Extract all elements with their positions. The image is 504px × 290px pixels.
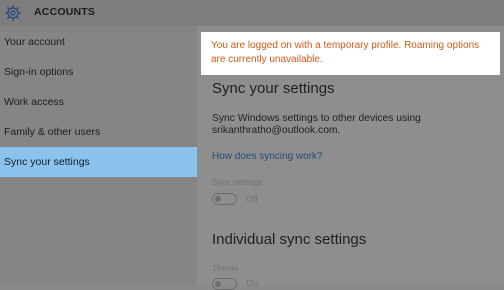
- theme-state: On: [246, 278, 259, 288]
- toggle-knob: [215, 281, 221, 287]
- sidebar-item-your-account[interactable]: Your account: [0, 27, 197, 57]
- individual-sync-settings-title: Individual sync settings: [212, 231, 367, 248]
- sync-settings-label: Sync settings: [212, 177, 263, 187]
- toggle-knob: [215, 196, 221, 202]
- temporary-profile-warning-banner: You are logged on with a temporary profi…: [201, 32, 500, 75]
- sidebar-item-work-access[interactable]: Work access: [0, 87, 197, 117]
- sync-description-line2: srikanthratho@outlook.com.: [212, 125, 341, 136]
- sync-settings-state: Off: [246, 194, 258, 204]
- sidebar-item-sign-in-options[interactable]: Sign-in options: [0, 57, 197, 87]
- sidebar-item-sync-your-settings[interactable]: Sync your settings: [0, 147, 197, 177]
- gear-icon: [5, 5, 21, 21]
- how-does-syncing-work-link[interactable]: How does syncing work?: [212, 151, 323, 162]
- page-title: ACCOUNTS: [34, 6, 96, 18]
- theme-toggle[interactable]: [212, 278, 237, 290]
- section-title: Sync your settings: [212, 80, 335, 97]
- theme-label: Theme: [212, 263, 239, 273]
- title-bar: ACCOUNTS: [0, 0, 504, 26]
- sidebar-item-family-other-users[interactable]: Family & other users: [0, 117, 197, 147]
- sync-settings-toggle[interactable]: [212, 193, 237, 205]
